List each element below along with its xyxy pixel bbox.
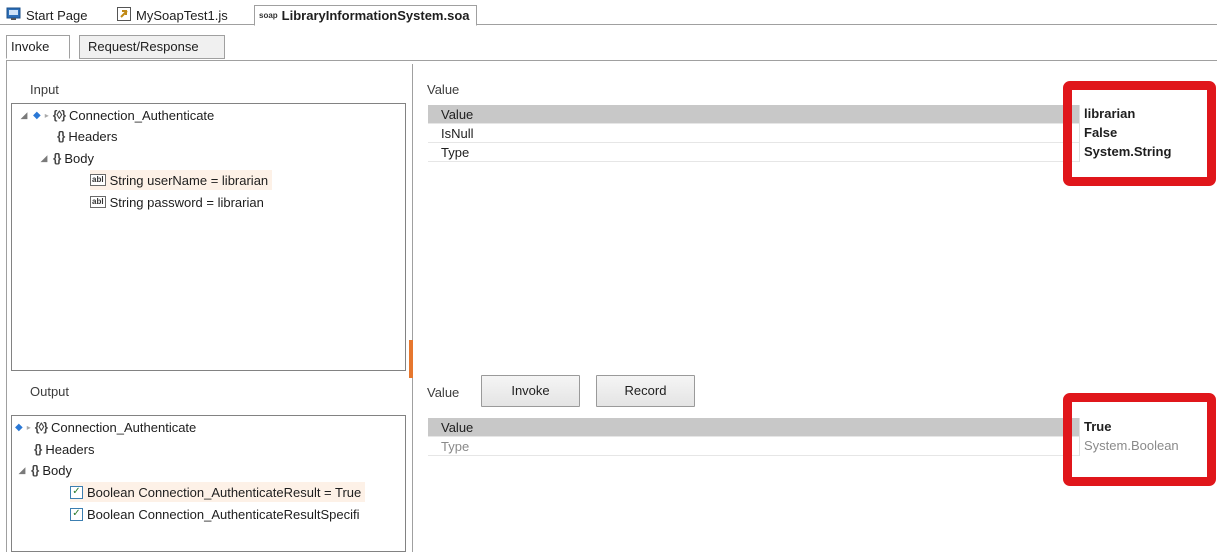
content-top-border <box>6 60 1217 61</box>
tree-item-label: String userName = librarian <box>109 172 269 188</box>
object-braces-icon: {} <box>53 151 61 165</box>
object-braces-icon: {} <box>31 463 39 477</box>
highlight-annotation-input <box>1063 81 1216 186</box>
tree-item-headers[interactable]: {} Headers <box>34 439 94 459</box>
grid-row-name: Type <box>441 439 470 454</box>
method-icon: ◆ <box>15 421 23 433</box>
tree-item-label: Body <box>42 462 72 478</box>
pane-divider <box>412 64 413 552</box>
tree-root-label: Connection_Authenticate <box>69 107 215 123</box>
tab-library-information-system[interactable]: soap LibraryInformationSystem.soa <box>254 5 477 26</box>
tree-root-connection-authenticate[interactable]: ◢ ◆ ▸ {◊} Connection_Authenticate <box>19 105 215 125</box>
tab-label: LibraryInformationSystem.soa <box>281 8 470 23</box>
tree-item-label: Headers <box>45 441 95 457</box>
collapse-arrow-icon[interactable]: ◢ <box>19 110 29 121</box>
tree-item-label: Boolean Connection_AuthenticateResult = … <box>87 484 362 500</box>
tab-label: MySoapTest1.js <box>136 7 228 23</box>
checkbox-checked-icon[interactable]: ✓ <box>70 485 83 499</box>
highlight-annotation-output <box>1063 393 1216 486</box>
tree-item-headers[interactable]: {} Headers <box>57 126 117 146</box>
tab-mysoaptest1[interactable]: MySoapTest1.js <box>116 6 228 24</box>
string-field-icon: abl <box>90 196 106 208</box>
method-icon: ◆ <box>33 109 41 121</box>
tab-request-response[interactable]: Request/Response <box>79 35 225 59</box>
checkbox-checked-icon[interactable]: ✓ <box>70 507 83 521</box>
object-braces-icon: {} <box>57 129 65 143</box>
record-button[interactable]: Record <box>596 375 695 407</box>
collapse-arrow-icon[interactable]: ◢ <box>39 153 49 164</box>
document-tab-strip: Start Page MySoapTest1.js soap LibraryIn… <box>0 0 1217 26</box>
input-value-label: Value <box>427 82 460 97</box>
input-label: Input <box>30 82 59 97</box>
grid-row-name: Type <box>441 145 470 160</box>
soap-icon: soap <box>259 11 278 20</box>
grid-row-name: Value <box>441 107 474 122</box>
string-field-icon: abl <box>90 174 106 186</box>
output-tree[interactable]: ◆ ▸ {◊} Connection_Authenticate {} Header… <box>11 415 406 552</box>
grid-row-name: IsNull <box>441 126 474 141</box>
grid-row-name: Value <box>441 420 474 435</box>
object-braces-icon: {◊} <box>34 420 48 434</box>
tree-item-label: Boolean Connection_AuthenticateResultSpe… <box>87 506 360 522</box>
output-value-label: Value <box>427 385 460 400</box>
tree-item-authenticate-result[interactable]: ✓ Boolean Connection_AuthenticateResult … <box>70 482 366 502</box>
tab-start-page[interactable]: Start Page <box>6 6 87 24</box>
tree-item-username[interactable]: abl String userName = librarian <box>90 170 273 190</box>
tree-root-label: Connection_Authenticate <box>51 419 197 435</box>
start-page-icon <box>6 7 22 23</box>
object-braces-icon: {◊} <box>52 108 66 122</box>
tab-label: Start Page <box>26 7 88 23</box>
tree-root-connection-authenticate[interactable]: ◆ ▸ {◊} Connection_Authenticate <box>15 417 196 437</box>
tree-item-authenticate-result-specified[interactable]: ✓ Boolean Connection_AuthenticateResultS… <box>70 504 359 524</box>
arrow-icon: ▸ <box>44 110 49 120</box>
splitter-handle[interactable] <box>409 340 413 378</box>
input-tree[interactable]: ◢ ◆ ▸ {◊} Connection_Authenticate {} Head… <box>11 103 406 371</box>
tab-invoke[interactable]: Invoke <box>6 35 70 59</box>
tree-item-label: Body <box>64 150 94 166</box>
script-file-icon <box>116 6 132 25</box>
tree-item-body[interactable]: ◢ {} Body <box>39 148 94 168</box>
tree-item-body[interactable]: ◢ {} Body <box>17 460 72 480</box>
output-label: Output <box>30 384 70 399</box>
object-braces-icon: {} <box>34 442 42 456</box>
content-left-border <box>6 60 7 552</box>
tree-item-label: Headers <box>68 128 118 144</box>
tree-item-label: String password = librarian <box>109 194 264 210</box>
arrow-icon: ▸ <box>26 422 31 432</box>
invoke-button[interactable]: Invoke <box>481 375 580 407</box>
tree-item-password[interactable]: abl String password = librarian <box>90 192 264 212</box>
collapse-arrow-icon[interactable]: ◢ <box>17 465 27 476</box>
